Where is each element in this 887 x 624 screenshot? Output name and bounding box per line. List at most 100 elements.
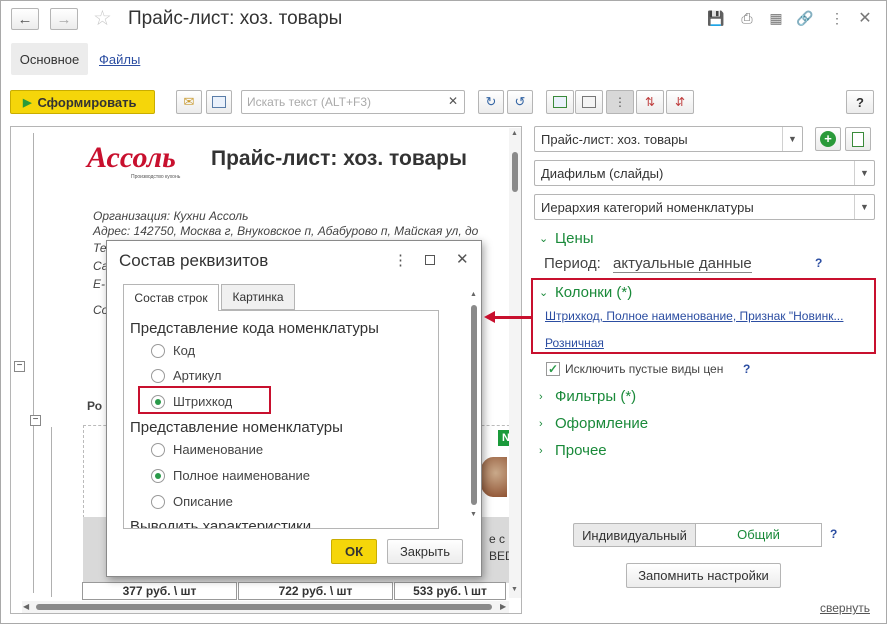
chevron-right-icon: › (539, 444, 543, 457)
filters-section[interactable]: › Фильтры (*) (539, 388, 636, 405)
design-section-label: Оформление (555, 415, 649, 432)
dialog-more-icon[interactable]: ⋮ (393, 251, 408, 269)
new-document-icon (852, 131, 864, 147)
period-value[interactable]: актуальные данные (613, 255, 752, 273)
close-icon[interactable]: ✕ (855, 8, 875, 28)
radio-full-name-circle[interactable] (151, 468, 165, 483)
remember-settings-button[interactable]: Запомнить настройки (626, 563, 781, 588)
hierarchy-select-value: Иерархия категорий номенклатуры (541, 200, 754, 215)
columns-section[interactable]: ⌄ Колонки (*) (539, 284, 632, 301)
radio-description-circle[interactable] (151, 494, 165, 509)
grid-button[interactable] (575, 90, 603, 114)
radio-description[interactable]: Описание (151, 494, 233, 509)
variant-select[interactable]: Прайс-лист: хоз. товары ▼ (534, 126, 803, 152)
groups-icon: ⋮ (614, 95, 626, 109)
dialog-scroll-up-icon[interactable]: ▲ (470, 291, 477, 298)
dialog-scroll-thumb[interactable] (471, 305, 477, 505)
close-button[interactable]: Закрыть (387, 539, 463, 564)
clear-icon[interactable]: ✕ (448, 94, 458, 108)
search-prev-button[interactable]: ↺ (507, 90, 533, 114)
radio-code-label: Код (173, 343, 196, 358)
new-variant-button[interactable] (845, 127, 871, 151)
hierarchy-select[interactable]: Иерархия категорий номенклатуры ▼ (534, 194, 875, 220)
search-input[interactable]: Искать текст (ALT+F3) ✕ (241, 90, 465, 114)
disk-icon (212, 96, 226, 108)
report-hscrollbar[interactable]: ◀ ▶ (22, 601, 509, 613)
common-toggle[interactable]: Общий (695, 523, 822, 547)
radio-name[interactable]: Наименование (151, 442, 263, 457)
groups-button[interactable]: ⋮ (606, 90, 634, 114)
period-help-icon[interactable]: ? (815, 256, 822, 270)
collapse-link[interactable]: свернуть (820, 601, 870, 615)
tab-files[interactable]: Файлы (99, 52, 140, 67)
outline-collapse-1[interactable]: − (14, 361, 25, 372)
radio-article-label: Артикул (173, 368, 222, 383)
dialog-close-icon[interactable]: ✕ (456, 250, 469, 268)
individual-toggle[interactable]: Индивидуальный (573, 523, 696, 547)
toggle-help-label: ? (830, 527, 838, 541)
ok-button[interactable]: ОК (331, 539, 377, 564)
favorite-star-icon[interactable]: ☆ (93, 6, 112, 31)
retail-link[interactable]: Розничная (545, 336, 604, 350)
exclude-empty-checkbox[interactable]: ✓ (546, 362, 560, 376)
individual-label: Индивидуальный (582, 527, 687, 543)
design-section[interactable]: › Оформление (539, 415, 648, 432)
expand-button[interactable]: ⇅ (636, 90, 664, 114)
tab-main[interactable]: Основное (11, 43, 88, 75)
collapse-button[interactable]: ⇵ (666, 90, 694, 114)
link-icon[interactable]: 🔗 (795, 8, 815, 28)
add-variant-button[interactable]: + (815, 127, 841, 151)
dialog-scroll-down-icon[interactable]: ▼ (470, 511, 477, 518)
dialog-vscrollbar[interactable]: ▲ ▼ (469, 291, 479, 521)
toggle-help-icon[interactable]: ? (830, 527, 837, 541)
variant-dropdown-icon[interactable]: ▼ (782, 127, 802, 151)
email-button[interactable]: ✉ (176, 90, 202, 114)
view-dropdown-icon[interactable]: ▼ (854, 161, 874, 185)
exclude-help-icon[interactable]: ? (743, 362, 750, 376)
view-select[interactable]: Диафильм (слайды) ▼ (534, 160, 875, 186)
edit-mode-button[interactable] (546, 90, 574, 114)
plus-icon: + (820, 131, 836, 147)
envelope-icon: ✉ (183, 94, 195, 109)
forward-button[interactable]: → (50, 8, 78, 30)
save-report-button[interactable] (206, 90, 232, 114)
hierarchy-dropdown-icon[interactable]: ▼ (854, 195, 874, 219)
vscroll-up-icon[interactable]: ▲ (511, 130, 518, 137)
radio-name-circle[interactable] (151, 442, 165, 457)
search-down-icon: ↻ (485, 94, 497, 109)
print-icon[interactable]: ⎙ (737, 8, 757, 28)
search-next-button[interactable]: ↻ (478, 90, 504, 114)
columns-section-label: Колонки (*) (555, 284, 633, 301)
outline-collapse-2[interactable]: − (30, 415, 41, 426)
other-section[interactable]: › Прочее (539, 442, 607, 459)
radio-article-circle[interactable] (151, 368, 165, 383)
dialog-tab-rows[interactable]: Состав строк (123, 284, 219, 311)
vscroll-down-icon[interactable]: ▼ (511, 586, 518, 593)
outline-bar-2 (51, 427, 52, 597)
vscroll-thumb[interactable] (512, 152, 518, 192)
chevron-right-icon: › (539, 417, 543, 430)
more-icon[interactable]: ⋮ (827, 8, 847, 28)
hscroll-right-icon[interactable]: ▶ (500, 602, 506, 611)
dialog-maximize-icon[interactable] (425, 255, 435, 265)
radio-full-name[interactable]: Полное наименование (151, 468, 310, 483)
columns-link[interactable]: Штрихкод, Полное наименование, Признак "… (545, 309, 843, 323)
hscroll-thumb[interactable] (36, 604, 492, 610)
back-button[interactable]: ← (11, 8, 39, 30)
report-vscrollbar[interactable]: ▲ ▼ (509, 128, 521, 598)
radio-code[interactable]: Код (151, 343, 195, 358)
dialog-tab-picture-label: Картинка (232, 290, 284, 304)
prices-section[interactable]: ⌄ Цены (539, 230, 594, 247)
radio-article[interactable]: Артикул (151, 368, 221, 383)
tab-main-label: Основное (19, 51, 80, 67)
help-button[interactable]: ? (846, 90, 874, 114)
hscroll-left-icon[interactable]: ◀ (23, 602, 29, 611)
dialog-tab-picture[interactable]: Картинка (221, 284, 295, 310)
save-icon[interactable]: 💾 (706, 8, 726, 28)
exclude-empty-label: Исключить пустые виды цен (565, 362, 724, 376)
table-icon[interactable]: ▦ (766, 8, 786, 28)
arrow-right-icon: → (56, 10, 72, 28)
radio-code-circle[interactable] (151, 343, 165, 358)
generate-button[interactable]: ▶ Сформировать (10, 90, 155, 114)
grid-icon (582, 96, 596, 108)
